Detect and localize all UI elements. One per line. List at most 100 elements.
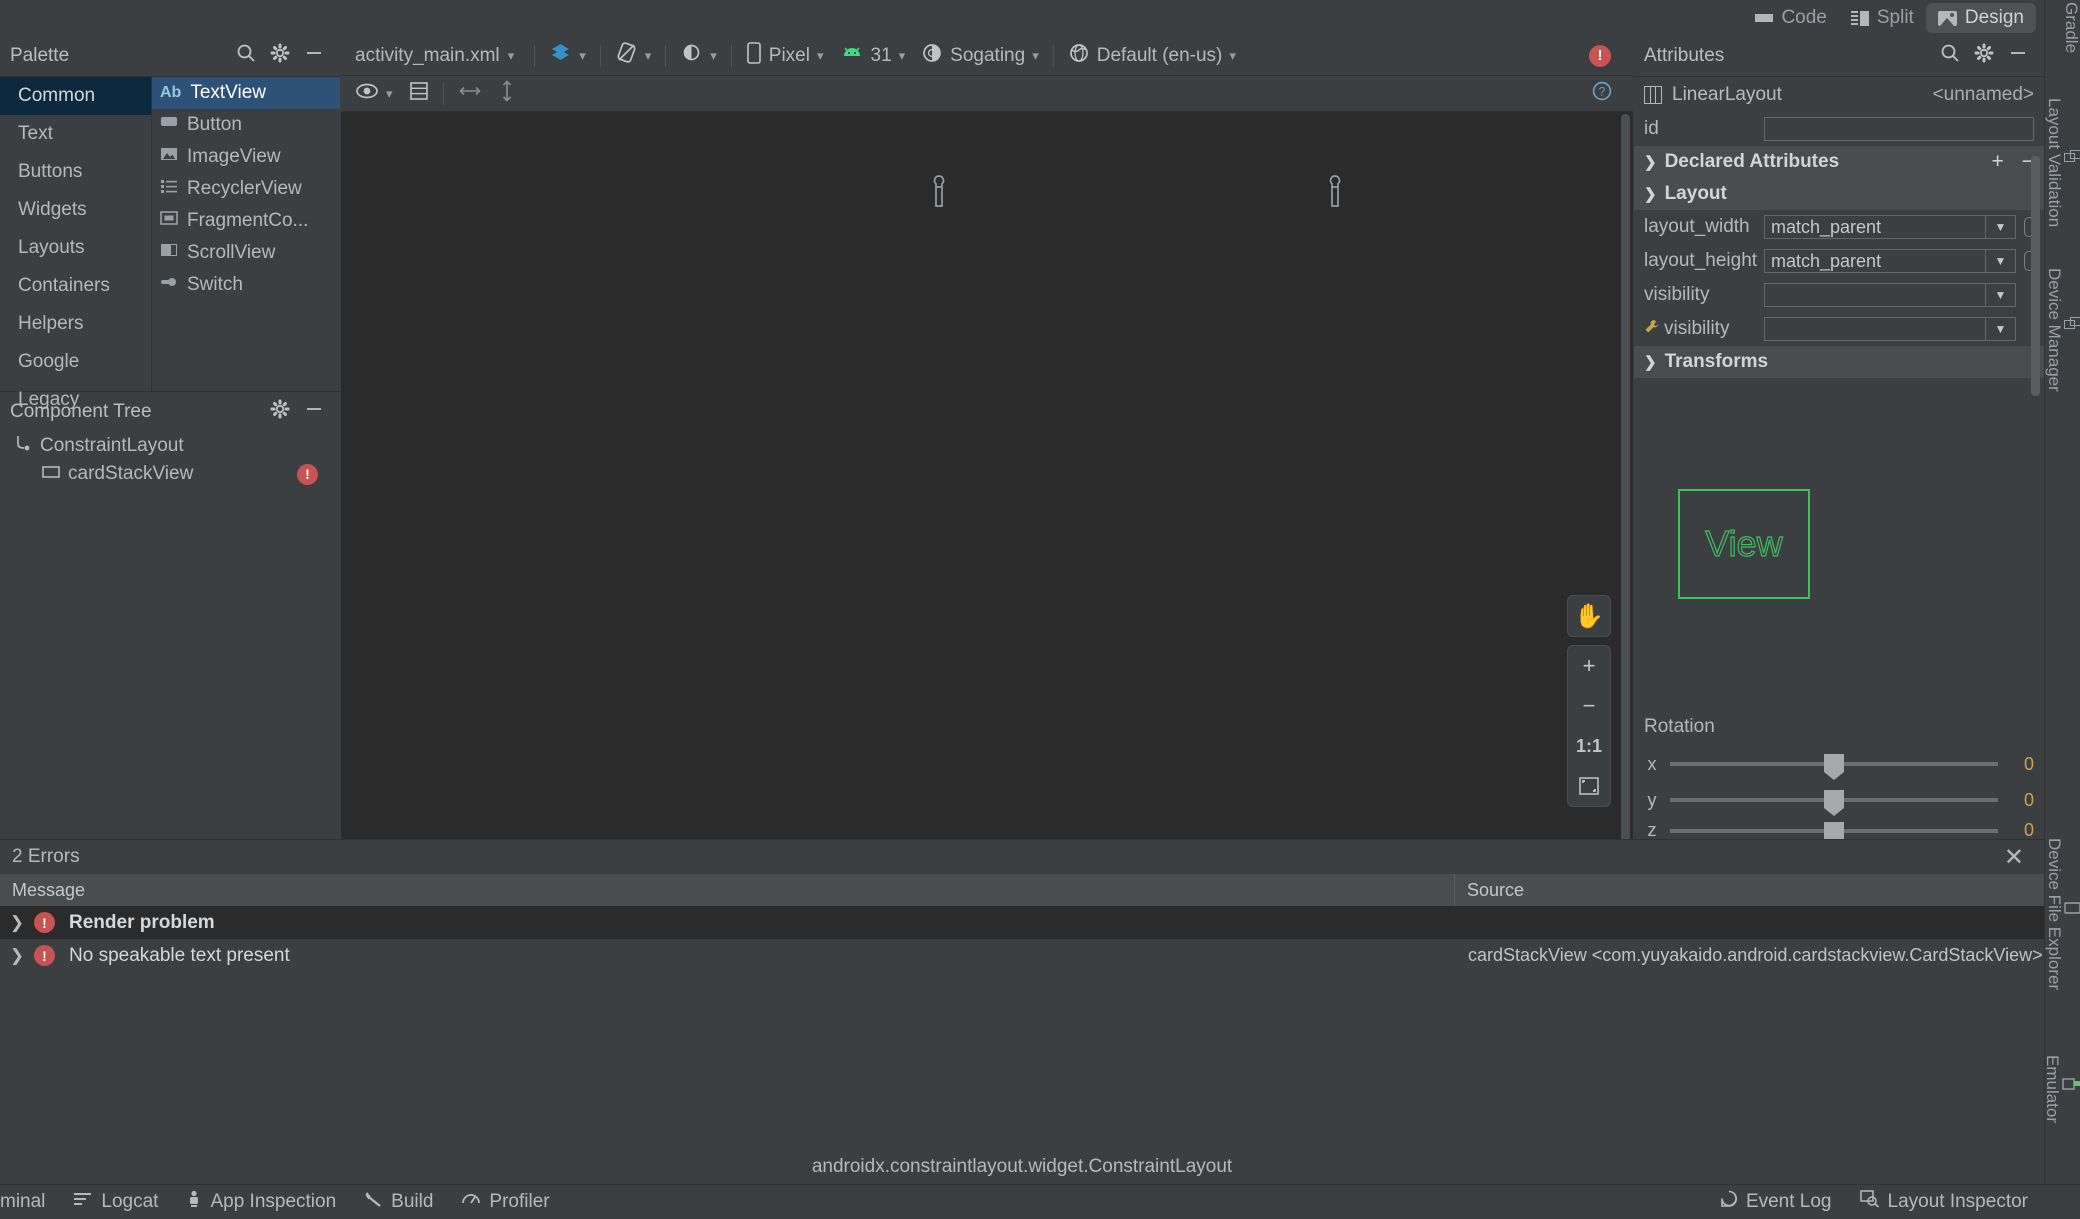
palette-body: Common Text Buttons Widgets Layouts Cont… — [0, 76, 340, 410]
rotation-slider-y[interactable]: y 0 — [1644, 786, 2034, 816]
chevron-right-icon[interactable]: ❯ — [0, 946, 34, 966]
palette-item-fragment-container[interactable]: FragmentCo... — [152, 205, 340, 237]
palette-item-switch[interactable]: Switch — [152, 269, 340, 301]
palette-item-button[interactable]: Button — [152, 109, 340, 141]
canvas-zoom-controls: ✋ + − 1:1 — [1567, 595, 1611, 807]
transforms-section-header[interactable]: ❯ Transforms — [1634, 346, 2044, 378]
layout-height-dropdown[interactable]: match_parent ▼ — [1764, 249, 2016, 273]
palette-category-containers[interactable]: Containers — [0, 267, 151, 305]
help-icon[interactable]: ? — [1591, 81, 1613, 107]
minimize-icon[interactable] — [304, 43, 324, 69]
gear-icon[interactable] — [1974, 43, 1994, 69]
status-tab-build[interactable]: Build — [350, 1190, 447, 1214]
editor-mode-design[interactable]: Design — [1925, 3, 2036, 33]
attributes-vertical-scrollbar[interactable] — [2031, 156, 2040, 396]
minimize-icon[interactable] — [304, 399, 324, 425]
declared-attributes-section-header[interactable]: ❯ Declared Attributes + − — [1634, 146, 2044, 178]
locale-selector[interactable]: Default (en-us) ▾ — [1060, 42, 1244, 70]
pan-hand-icon[interactable]: ✋ — [1568, 596, 1610, 636]
vertical-guide-button[interactable] — [490, 79, 524, 109]
close-icon[interactable]: ✕ — [2004, 843, 2032, 872]
palette-category-layouts[interactable]: Layouts — [0, 229, 151, 267]
error-row-render-problem[interactable]: ❯ ! Render problem — [0, 906, 2044, 939]
status-tab-terminal[interactable]: minal — [0, 1191, 59, 1213]
rotation-slider-z[interactable]: z 0 — [1644, 822, 2034, 839]
palette-item-imageview[interactable]: ImageView — [152, 141, 340, 173]
textview-icon: Ab — [160, 84, 182, 101]
device-selector[interactable]: Pixel ▾ — [738, 41, 832, 70]
blueprint-toggle[interactable] — [401, 81, 437, 107]
status-tab-profiler[interactable]: Profiler — [447, 1191, 563, 1213]
theme-selector[interactable]: Sogating ▾ — [913, 42, 1047, 70]
palette-category-label: Common — [18, 85, 96, 106]
palette-category-buttons[interactable]: Buttons — [0, 153, 151, 191]
tools-visibility-dropdown[interactable]: ▼ — [1764, 317, 2016, 341]
tool-tab-device-file-explorer[interactable]: Device File Explorer — [2045, 838, 2080, 990]
palette-item-label: FragmentCo... — [187, 210, 309, 231]
tree-node-cardstackview[interactable]: cardStackView ! — [0, 460, 340, 488]
canvas-vertical-scrollbar[interactable] — [1621, 114, 1630, 839]
toolbar-error-badge[interactable]: ! — [1589, 44, 1611, 67]
tool-tab-device-manager[interactable]: Device Manager — [2045, 268, 2080, 392]
palette-category-text[interactable]: Text — [0, 115, 151, 153]
file-selector[interactable]: activity_main.xml ▾ — [341, 45, 528, 67]
palette-category-google[interactable]: Google — [0, 343, 151, 381]
tool-tab-layout-validation[interactable]: Layout Validation — [2045, 98, 2080, 227]
status-tab-layout-inspector[interactable]: Layout Inspector — [1846, 1190, 2080, 1214]
chevron-down-icon: ▾ — [898, 47, 906, 63]
zoom-out-icon[interactable]: − — [1568, 686, 1610, 726]
layout-section-header[interactable]: ❯ Layout — [1634, 178, 2044, 210]
svg-text:?: ? — [1599, 84, 1606, 98]
tree-node-constraintlayout[interactable]: ConstraintLayout — [0, 432, 340, 460]
palette-item-textview[interactable]: Ab TextView — [152, 77, 340, 109]
search-icon[interactable] — [236, 43, 256, 69]
tool-tab-gradle-label: Gradle — [2062, 2, 2080, 54]
orientation-selector[interactable]: ▾ — [607, 41, 660, 70]
status-tab-event-log[interactable]: Event Log — [1706, 1190, 1846, 1214]
palette-item-scrollview[interactable]: ScrollView — [152, 237, 340, 269]
rotation-z-thumb[interactable] — [1824, 822, 1844, 839]
split-icon — [1850, 10, 1869, 26]
search-icon[interactable] — [1940, 43, 1960, 69]
rotation-slider-x[interactable]: x 0 — [1644, 750, 2034, 780]
rotation-y-thumb[interactable] — [1824, 790, 1844, 816]
visibility-dropdown[interactable]: ▼ — [1764, 283, 2016, 307]
design-canvas[interactable]: ✋ + − 1:1 — [341, 112, 1633, 839]
layout-width-dropdown[interactable]: match_parent ▼ — [1764, 215, 2016, 239]
rotation-x-thumb[interactable] — [1824, 754, 1844, 780]
zoom-in-icon[interactable]: + — [1568, 646, 1610, 686]
zoom-to-fit-icon[interactable] — [1568, 766, 1610, 806]
tool-tab-emulator-label: Emulator — [2043, 1055, 2062, 1124]
plus-icon[interactable]: + — [1991, 150, 2003, 174]
rotation-y-track[interactable] — [1670, 790, 1998, 816]
editor-mode-code[interactable]: Code — [1743, 3, 1838, 33]
status-tab-app-inspection[interactable]: App Inspection — [172, 1190, 350, 1214]
editor-mode-split[interactable]: Split — [1839, 3, 1926, 33]
status-tab-logcat[interactable]: Logcat — [59, 1191, 172, 1213]
zoom-actual-icon[interactable]: 1:1 — [1568, 726, 1610, 766]
design-surface-selector[interactable]: ▾ — [541, 41, 594, 70]
gear-icon[interactable] — [270, 399, 290, 425]
chevron-down-icon: ▾ — [579, 47, 586, 63]
tool-tab-gradle[interactable]: Gradle — [2045, 2, 2080, 53]
chevron-right-icon[interactable]: ❯ — [0, 913, 34, 933]
view-mode-selector[interactable]: ▾ — [341, 82, 401, 106]
api-level-selector[interactable]: 31 ▾ — [832, 44, 914, 68]
chevron-down-icon: ▼ — [1985, 250, 2015, 272]
rotation-z-track[interactable] — [1670, 822, 1998, 839]
palette-category-common[interactable]: Common — [0, 77, 151, 115]
column-header-source[interactable]: Source — [1455, 874, 2044, 906]
palette-item-recyclerview[interactable]: RecyclerView — [152, 173, 340, 205]
minimize-icon[interactable] — [2008, 43, 2028, 69]
gear-icon[interactable] — [270, 43, 290, 69]
palette-category-helpers[interactable]: Helpers — [0, 305, 151, 343]
chevron-down-icon: ▾ — [386, 85, 393, 101]
horizontal-guide-button[interactable] — [450, 82, 490, 106]
column-header-message[interactable]: Message — [0, 874, 1455, 906]
tool-tab-emulator[interactable]: Emulator — [2043, 1055, 2080, 1124]
palette-category-widgets[interactable]: Widgets — [0, 191, 151, 229]
rotation-x-track[interactable] — [1670, 754, 1998, 780]
error-row-no-speakable-text[interactable]: ❯ ! No speakable text present cardStackV… — [0, 939, 2044, 972]
night-mode-selector[interactable]: ▾ — [672, 41, 725, 70]
id-input[interactable] — [1764, 117, 2034, 141]
